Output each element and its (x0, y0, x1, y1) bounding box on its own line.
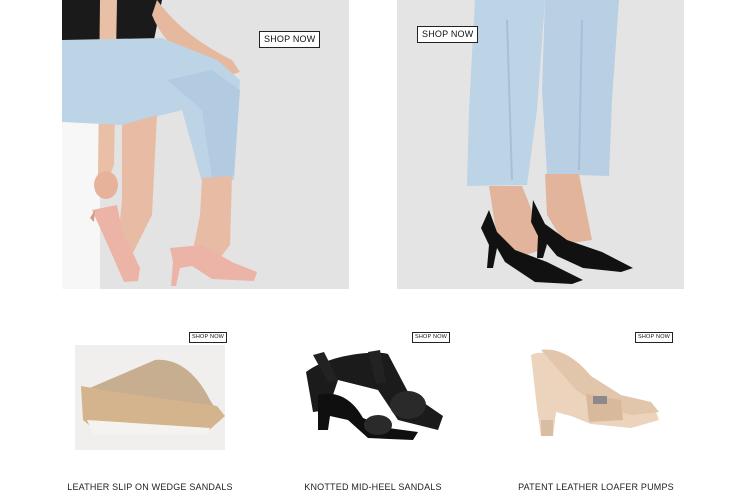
product-name[interactable]: KNOTTED MID-HEEL SANDALS (258, 482, 488, 492)
product-image-knotted-sandal (306, 350, 443, 440)
product-image-loafer-pump (531, 349, 659, 436)
hero-shop-now-button[interactable]: SHOP NOW (417, 26, 479, 43)
hero-image-black-slingbacks (397, 0, 684, 289)
product-shop-now-button[interactable]: SHOP NOW (635, 332, 674, 343)
product-image-wedge-sandal (75, 345, 225, 450)
hero-shop-now-button[interactable]: SHOP NOW (259, 31, 321, 48)
product-shop-now-button[interactable]: SHOP NOW (189, 332, 228, 343)
hero-banner-pink-mules[interactable]: SHOP NOW (62, 0, 349, 289)
product-card-wedge-sandals[interactable]: SHOP NOW LEATHER SLIP ON WEDGE SANDALS (35, 320, 265, 492)
product-card-knotted-sandals[interactable]: SHOP NOW KNOTTED MID-HEEL SANDALS (258, 320, 488, 492)
product-card-loafer-pumps[interactable]: SHOP NOW PATENT LEATHER LOAFER PUMPS (481, 320, 711, 492)
product-name[interactable]: PATENT LEATHER LOAFER PUMPS (481, 482, 711, 492)
product-name[interactable]: LEATHER SLIP ON WEDGE SANDALS (35, 482, 265, 492)
product-shop-now-button[interactable]: SHOP NOW (412, 332, 451, 343)
hero-banner-black-slingbacks[interactable]: SHOP NOW (397, 0, 684, 289)
